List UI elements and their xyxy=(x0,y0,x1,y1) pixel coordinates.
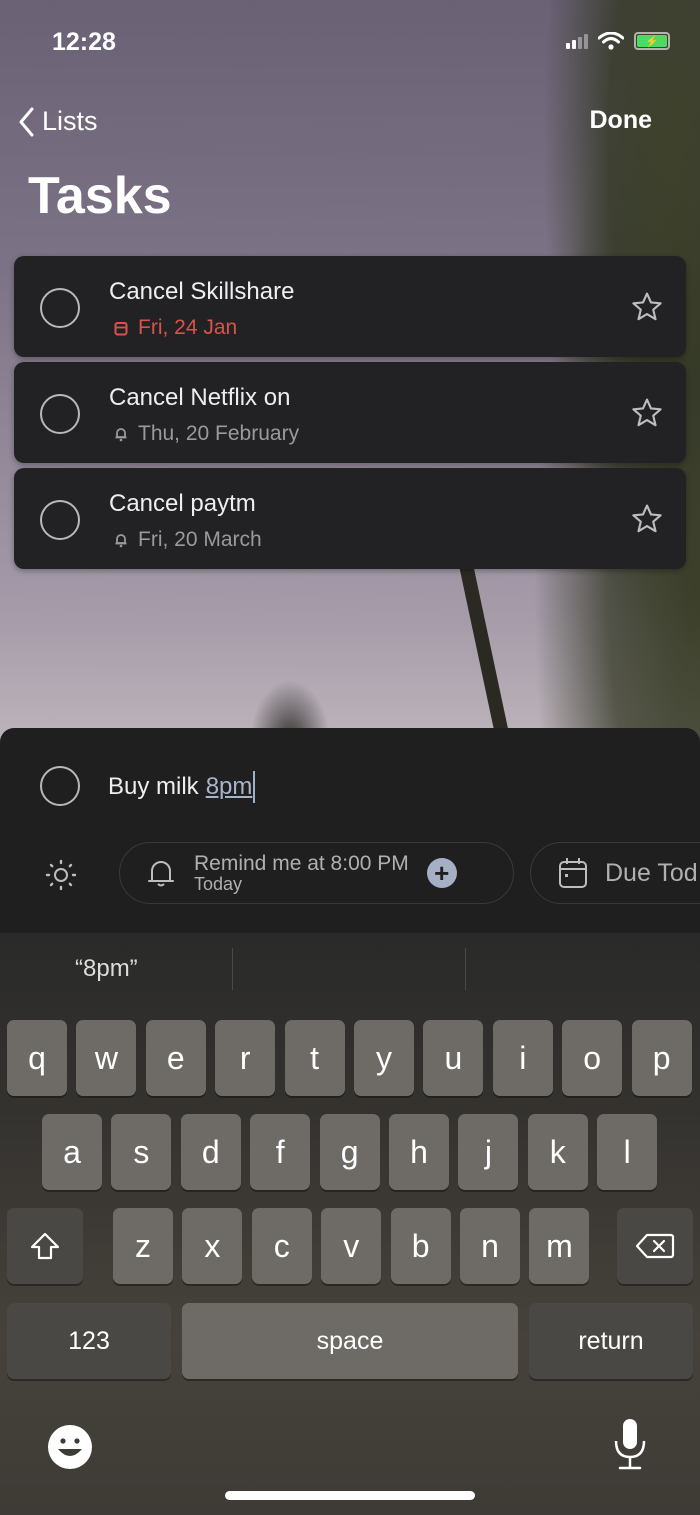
task-meta-text: Fri, 20 March xyxy=(138,528,262,551)
cellular-signal-icon xyxy=(566,33,588,49)
complete-checkbox[interactable] xyxy=(40,766,80,806)
key-b[interactable]: b xyxy=(390,1208,451,1284)
space-key[interactable]: space xyxy=(182,1303,518,1379)
remind-chip-main: Remind me at 8:00 PM xyxy=(194,851,409,875)
shift-icon xyxy=(30,1232,60,1260)
wifi-icon xyxy=(598,32,624,50)
key-h[interactable]: h xyxy=(389,1114,449,1190)
task-reminder: Fri, 20 March xyxy=(114,528,262,552)
add-reminder-plus-icon[interactable]: + xyxy=(426,858,457,888)
key-e[interactable]: e xyxy=(145,1020,206,1096)
shift-key[interactable] xyxy=(7,1208,83,1284)
star-icon[interactable] xyxy=(630,290,664,324)
microphone-icon[interactable] xyxy=(612,1417,648,1473)
home-indicator[interactable] xyxy=(225,1491,475,1500)
key-z[interactable]: z xyxy=(113,1208,173,1284)
suggestion-divider xyxy=(465,948,466,990)
bell-icon xyxy=(148,861,174,887)
done-button[interactable]: Done xyxy=(590,106,653,135)
return-key[interactable]: return xyxy=(529,1303,693,1379)
emoji-icon[interactable] xyxy=(46,1423,94,1471)
key-n[interactable]: n xyxy=(460,1208,520,1284)
due-chip-label: Due Tod xyxy=(605,858,698,887)
key-s[interactable]: s xyxy=(111,1114,172,1190)
key-c[interactable]: c xyxy=(251,1208,312,1284)
task-item[interactable]: Cancel paytm Fri, 20 March xyxy=(14,468,686,569)
suggestion-divider xyxy=(232,948,233,990)
key-j[interactable]: j xyxy=(458,1114,519,1190)
key-l[interactable]: l xyxy=(597,1114,658,1190)
task-item[interactable]: Cancel Netflix on Thu, 20 February xyxy=(14,362,686,463)
navigation-bar: Lists Done xyxy=(0,100,700,144)
text-caret xyxy=(253,771,256,803)
detected-time-highlight: 8pm xyxy=(205,773,253,800)
status-time: 12:28 xyxy=(52,28,116,56)
key-d[interactable]: d xyxy=(180,1114,241,1190)
add-task-composer: Buy milk 8pm Remind me at 8:00 PM Today … xyxy=(0,728,700,933)
key-u[interactable]: u xyxy=(423,1020,484,1096)
bell-icon xyxy=(115,534,127,548)
key-p[interactable]: p xyxy=(631,1020,692,1096)
key-o[interactable]: o xyxy=(562,1020,623,1096)
key-k[interactable]: k xyxy=(527,1114,588,1190)
complete-checkbox[interactable] xyxy=(40,394,80,434)
status-bar: 12:28 ⚡ xyxy=(0,0,700,80)
numbers-key[interactable]: 123 xyxy=(7,1303,171,1379)
input-text: Buy milk xyxy=(108,773,199,800)
background-palm-trunk xyxy=(458,558,510,738)
key-w[interactable]: w xyxy=(76,1020,137,1096)
task-meta-text: Thu, 20 February xyxy=(138,422,300,445)
calendar-icon xyxy=(559,858,587,888)
task-meta-text: Fri, 24 Jan xyxy=(138,316,238,339)
star-icon[interactable] xyxy=(630,502,664,536)
key-i[interactable]: i xyxy=(492,1020,553,1096)
key-t[interactable]: t xyxy=(284,1020,345,1096)
task-title-input[interactable]: Buy milk 8pm xyxy=(108,771,256,803)
task-item[interactable]: Cancel Skillshare Fri, 24 Jan xyxy=(14,256,686,357)
task-title: Cancel Skillshare xyxy=(109,278,295,305)
remind-chip-sub: Today xyxy=(194,873,243,894)
key-g[interactable]: g xyxy=(319,1114,380,1190)
key-f[interactable]: f xyxy=(250,1114,311,1190)
calendar-icon xyxy=(114,321,128,335)
key-v[interactable]: v xyxy=(321,1208,382,1284)
key-a[interactable]: a xyxy=(42,1114,102,1190)
page-title: Tasks xyxy=(28,167,172,225)
key-y[interactable]: y xyxy=(354,1020,414,1096)
key-r[interactable]: r xyxy=(215,1020,276,1096)
task-title: Cancel paytm xyxy=(109,490,256,517)
task-title: Cancel Netflix on xyxy=(109,384,291,411)
battery-icon: ⚡ xyxy=(634,32,670,50)
predictive-bar: “8pm” xyxy=(0,933,700,1013)
complete-checkbox[interactable] xyxy=(40,288,80,328)
back-to-lists-button[interactable]: Lists xyxy=(18,106,98,137)
task-reminder: Thu, 20 February xyxy=(114,422,299,446)
star-icon[interactable] xyxy=(630,396,664,430)
backspace-key[interactable] xyxy=(617,1208,693,1284)
chevron-left-icon xyxy=(19,107,34,136)
key-m[interactable]: m xyxy=(529,1208,590,1284)
remind-me-chip[interactable]: Remind me at 8:00 PM Today + xyxy=(119,842,514,904)
suggestion-1[interactable]: “8pm” xyxy=(75,955,138,983)
key-x[interactable]: x xyxy=(182,1208,243,1284)
back-label: Lists xyxy=(42,106,98,136)
task-due-date: Fri, 24 Jan xyxy=(114,316,237,340)
backspace-icon xyxy=(635,1233,675,1259)
bell-icon xyxy=(115,428,127,442)
on-screen-keyboard: “8pm” qwertyuiop asdfghjkl zxcvbnm 123 s… xyxy=(0,933,700,1515)
key-q[interactable]: q xyxy=(7,1020,67,1096)
task-list: Cancel Skillshare Fri, 24 Jan Cancel Net… xyxy=(14,256,686,574)
due-date-chip[interactable]: Due Tod xyxy=(530,842,700,904)
status-icons: ⚡ xyxy=(566,32,670,50)
complete-checkbox[interactable] xyxy=(40,500,80,540)
my-day-sun-icon[interactable] xyxy=(44,858,78,892)
